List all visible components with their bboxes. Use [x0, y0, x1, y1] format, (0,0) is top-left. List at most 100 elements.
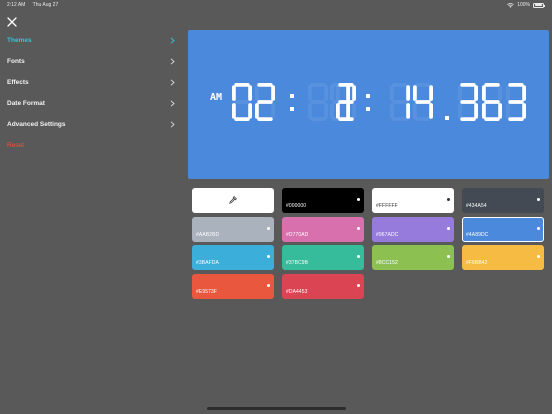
hour-digit-segment-on	[257, 83, 273, 87]
second-digit-segment-off	[392, 83, 408, 87]
fraction-digit-segment-off	[498, 85, 502, 101]
swatch-dot-icon	[357, 226, 360, 230]
swatch-dot-icon	[267, 255, 270, 258]
second-digit-segment-off	[392, 117, 408, 121]
fraction-digit-segment-on	[484, 117, 500, 121]
clock-colon-dot	[366, 107, 370, 111]
fraction-digit-segment-on	[508, 100, 524, 104]
fraction-digit-segment-on	[508, 117, 524, 121]
swatch-dot-icon	[267, 283, 270, 287]
home-indicator	[207, 407, 346, 410]
fraction-digit-segment-on	[522, 103, 526, 119]
second-digit-segment-off	[415, 83, 431, 87]
status-right: 100%	[507, 2, 545, 8]
menu-item-advanced-settings[interactable]: Advanced Settings	[0, 114, 182, 135]
swatch-hex-label: #4A89DC	[466, 231, 489, 238]
menu-item-themes[interactable]: Themes	[0, 30, 182, 51]
color-swatch[interactable]: #4A89DC	[462, 216, 544, 242]
color-swatch[interactable]: #AAB2BD	[192, 216, 274, 242]
hour-digit-segment-on	[255, 103, 259, 119]
fraction-digit-segment-off	[458, 103, 462, 119]
menu-item-label: Themes	[7, 37, 32, 44]
custom-color-button[interactable]	[192, 188, 274, 213]
minute-digit-segment-on	[346, 103, 350, 119]
swatch-hex-label: #F6BB42	[466, 260, 488, 266]
close-icon[interactable]	[6, 16, 18, 28]
menu-item-effects[interactable]: Effects	[0, 72, 182, 93]
minute-digit-segment-off	[352, 103, 356, 119]
hour-digit-segment-on	[234, 83, 250, 87]
battery-icon	[533, 2, 545, 8]
color-swatch[interactable]: #D770AD	[282, 216, 364, 242]
swatch-hex-label: #3BAFDA	[196, 260, 219, 266]
minute-digit-segment-on	[338, 83, 354, 87]
second-digit-segment-on	[413, 85, 417, 101]
swatch-hex-label: #FFFFFF	[376, 203, 398, 209]
hour-digit-segment-on	[257, 117, 273, 121]
chevron-right-icon	[170, 79, 175, 86]
fraction-digit-segment-on	[482, 103, 486, 119]
swatch-dot-icon	[447, 198, 450, 201]
minute-placeholder-segment-off	[308, 85, 312, 101]
swatch-hex-label: #000000	[286, 203, 307, 209]
swatch-hex-label: #AAB2BD	[196, 231, 220, 238]
fraction-digit-segment-off	[506, 85, 510, 101]
reset-button[interactable]: Reset	[0, 135, 182, 156]
fraction-digit-segment-off	[506, 103, 510, 119]
color-swatch[interactable]: #3BAFDA	[192, 245, 274, 270]
swatch-dot-icon	[447, 226, 450, 230]
clock-ampm: AM	[210, 92, 222, 103]
swatch-hex-label: #434A54	[466, 203, 487, 209]
clock-colon-dot	[290, 107, 294, 111]
minute-digit-segment-on	[346, 85, 350, 101]
fraction-digit-segment-on	[474, 103, 478, 119]
second-digit-segment-off	[392, 100, 408, 104]
fraction-digit-segment-off	[458, 85, 462, 101]
swatch-dot-icon	[447, 255, 450, 258]
hour-digit-segment-on	[248, 85, 252, 101]
minute-digit-segment-off	[330, 103, 334, 119]
color-swatch[interactable]: #37BC9B	[282, 245, 364, 270]
fraction-digit-segment-on	[484, 100, 500, 104]
color-swatch[interactable]: #F6BB42	[462, 245, 544, 270]
color-swatch[interactable]: #000000	[282, 188, 364, 213]
menu-item-date-format[interactable]: Date Format	[0, 93, 182, 114]
color-swatch[interactable]: #8CC152	[372, 245, 454, 270]
color-swatch[interactable]: #434A54	[462, 188, 544, 213]
second-digit-segment-on	[406, 103, 410, 119]
swatch-dot-icon	[357, 255, 360, 258]
minute-digit-segment-on	[336, 103, 340, 119]
color-swatch[interactable]: #E9573F	[192, 273, 274, 299]
swatch-dot-icon	[537, 255, 540, 258]
status-time: 2:12 AM	[7, 2, 26, 8]
second-digit-segment-on	[406, 85, 410, 101]
hour-digit-segment-off	[255, 85, 259, 101]
clock-preview: AM	[188, 30, 549, 179]
swatch-dot-icon	[267, 226, 270, 230]
color-swatch[interactable]: #FFFFFF	[372, 188, 454, 213]
status-date: Thu Aug 27	[32, 2, 59, 8]
swatch-hex-label: #8CC152	[376, 260, 398, 266]
minute-digit-segment-on	[352, 85, 356, 101]
swatch-hex-label: #E9573F	[196, 288, 217, 295]
swatch-hex-label: #37BC9B	[286, 260, 309, 266]
color-swatch[interactable]: #967ADC	[372, 216, 454, 242]
hour-digit-segment-on	[257, 100, 273, 104]
second-digit-segment-off	[415, 117, 431, 121]
color-swatch-grid: #000000 #FFFFFF #434A54 #AAB2BD #D770AD #967A…	[192, 188, 544, 299]
fraction-digit-segment-on	[522, 85, 526, 101]
minute-placeholder-segment-off	[324, 85, 328, 101]
minute-placeholder-segment-off	[324, 103, 328, 119]
menu-item-fonts[interactable]: Fonts	[0, 51, 182, 72]
clock-colon-dot	[290, 94, 294, 98]
menu-item-label: Fonts	[7, 58, 25, 65]
minute-digit-segment-off	[336, 85, 340, 101]
battery-percent: 100%	[517, 2, 530, 8]
swatch-dot-icon	[537, 198, 540, 201]
fraction-digit-segment-on	[460, 83, 476, 87]
menu-item-label: Advanced Settings	[7, 121, 66, 128]
second-digit-segment-on	[429, 103, 433, 119]
clock-colon-dot	[366, 94, 370, 98]
color-swatch[interactable]: #DA4453	[282, 273, 364, 299]
hour-digit-segment-on	[234, 117, 250, 121]
